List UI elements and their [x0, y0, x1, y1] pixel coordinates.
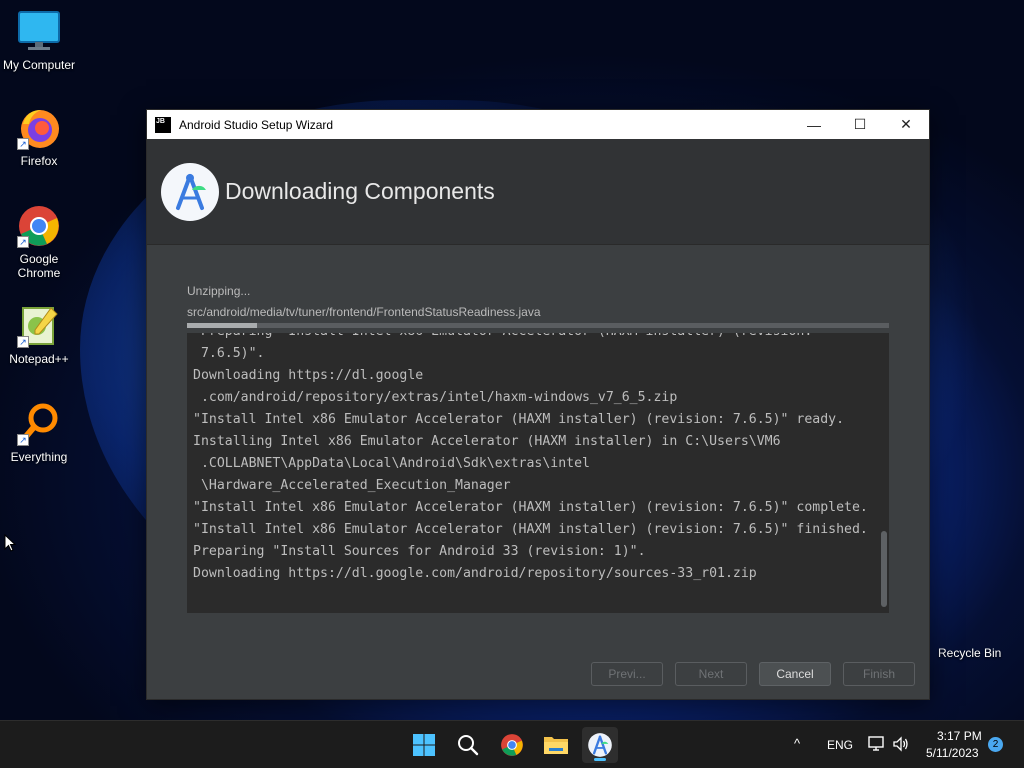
taskbar-android-studio[interactable] — [582, 727, 618, 763]
setup-wizard-window: JB Android Studio Setup Wizard — ☐ ✕ Dow… — [146, 109, 930, 700]
windows-logo-icon — [413, 734, 435, 756]
taskbar-file-explorer[interactable] — [538, 727, 574, 763]
chrome-icon — [501, 734, 523, 756]
desktop-icon-everything[interactable]: ↗ Everything — [0, 402, 78, 464]
progress-bar — [187, 323, 889, 328]
log-line: "Install Intel x86 Emulator Accelerator … — [193, 500, 868, 515]
log-line: .com/android/repository/extras/intel/hax… — [193, 390, 678, 405]
shortcut-arrow-icon: ↗ — [17, 336, 29, 348]
desktop-icon-label: Notepad++ — [9, 352, 69, 366]
previous-button[interactable]: Previ... — [591, 662, 663, 686]
title-bar[interactable]: JB Android Studio Setup Wizard — ☐ ✕ — [147, 110, 929, 139]
start-button[interactable] — [406, 727, 442, 763]
volume-icon[interactable] — [892, 735, 910, 758]
log-line: Installing Intel x86 Emulator Accelerato… — [193, 434, 781, 449]
taskbar-chrome[interactable] — [494, 727, 530, 763]
notepad-plus-plus-icon: ↗ — [17, 304, 61, 348]
shortcut-arrow-icon: ↗ — [17, 138, 29, 150]
desktop-icon-notepad-plus-plus[interactable]: ↗ Notepad++ — [0, 304, 78, 366]
progress-bar-fill — [187, 323, 258, 328]
log-line: \Hardware_Accelerated_Execution_Manager — [193, 478, 511, 493]
log-line: "Install Intel x86 Emulator Accelerator … — [193, 522, 868, 537]
maximize-button[interactable]: ☐ — [837, 110, 883, 139]
next-button[interactable]: Next — [675, 662, 747, 686]
chrome-icon: ↗ — [17, 204, 61, 248]
search-button[interactable] — [450, 727, 486, 763]
clock-date[interactable]: 5/11/2023 — [926, 746, 979, 760]
log-line: "Install Intel x86 Emulator Accelerator … — [193, 412, 845, 427]
language-indicator[interactable]: ENG — [827, 738, 853, 752]
desktop-icon-label: Google Chrome — [17, 252, 61, 280]
desktop-icon-label: Firefox — [20, 154, 58, 168]
log-scrollbar[interactable] — [881, 531, 887, 607]
log-line: "Preparing "Install Intel x86 Emulator A… — [193, 333, 873, 343]
shortcut-arrow-icon: ↗ — [17, 434, 29, 446]
finish-button[interactable]: Finish — [843, 662, 915, 686]
desktop-icon-label: Everything — [10, 450, 68, 464]
log-line: Downloading https://dl.google — [193, 368, 424, 383]
desktop-icon-my-computer[interactable]: My Computer — [0, 10, 78, 72]
taskbar: ^ ENG 3:17 PM 5/11/2023 — [0, 720, 1024, 768]
mouse-cursor-icon — [4, 533, 17, 557]
log-line: .COLLABNET\AppData\Local\Android\Sdk\ext… — [193, 456, 590, 471]
search-icon — [458, 735, 479, 756]
page-title: Downloading Components — [225, 178, 495, 204]
notification-badge[interactable]: 2 — [988, 737, 1003, 752]
shortcut-arrow-icon: ↗ — [17, 236, 29, 248]
desktop-icon-label: My Computer — [2, 58, 76, 72]
show-hidden-icons-button[interactable]: ^ — [794, 736, 800, 751]
desktop-icon-firefox[interactable]: ↗ Firefox — [0, 106, 78, 168]
everything-search-icon: ↗ — [17, 402, 61, 446]
log-output-panel[interactable]: "Preparing "Install Intel x86 Emulator A… — [187, 333, 889, 613]
log-line: Preparing "Install Sources for Android 3… — [193, 544, 646, 559]
monitor-icon — [17, 10, 61, 54]
wizard-button-row: Previ... Next Cancel Finish — [147, 662, 929, 686]
desktop-icon-google-chrome[interactable]: ↗ Google Chrome — [0, 204, 78, 280]
active-indicator — [594, 758, 606, 761]
close-button[interactable]: ✕ — [883, 110, 929, 139]
current-file-text: src/android/media/tv/tuner/frontend/Fron… — [187, 305, 541, 319]
window-title: Android Studio Setup Wizard — [179, 117, 334, 132]
android-studio-icon — [588, 733, 612, 757]
log-lines: "Preparing "Install Intel x86 Emulator A… — [193, 333, 873, 585]
desktop-icon-recycle-bin[interactable]: Recycle Bin — [938, 646, 1001, 660]
log-line: 7.6.5)". — [193, 346, 265, 361]
clock-time[interactable]: 3:17 PM — [937, 729, 982, 743]
firefox-icon: ↗ — [17, 106, 61, 150]
log-line: Downloading https://dl.google.com/androi… — [193, 566, 757, 581]
cancel-button[interactable]: Cancel — [759, 662, 831, 686]
minimize-button[interactable]: — — [791, 110, 837, 139]
status-text: Unzipping... — [187, 284, 251, 298]
network-icon[interactable] — [868, 735, 886, 758]
wizard-header: Downloading Components — [147, 139, 929, 245]
jetbrains-logo-icon: JB — [155, 116, 171, 133]
android-studio-logo-icon — [161, 162, 219, 221]
folder-icon — [544, 737, 568, 754]
